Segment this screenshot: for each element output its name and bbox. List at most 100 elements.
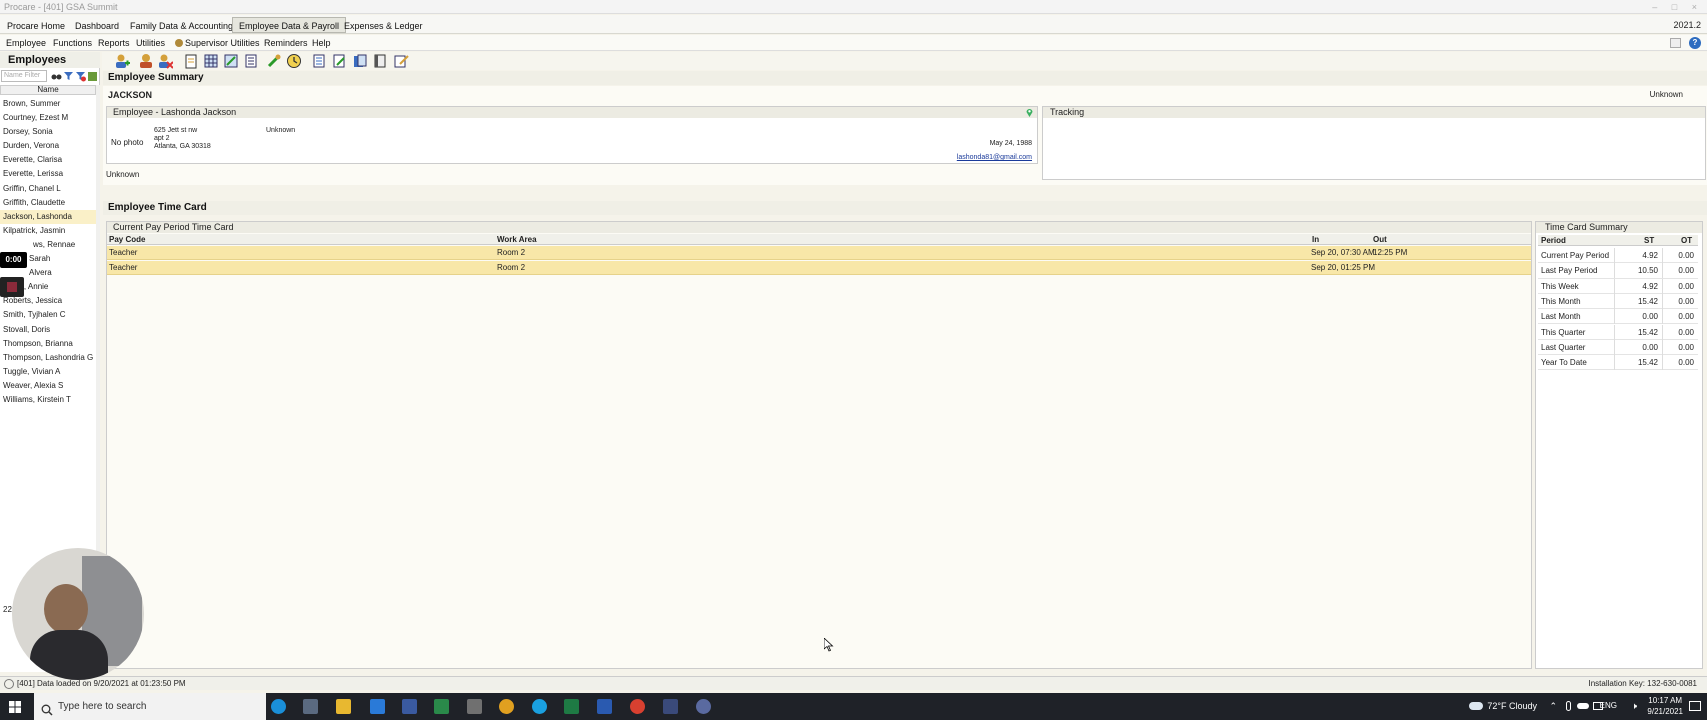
pay-code-header[interactable]: Pay Code: [109, 234, 145, 245]
list-item[interactable]: Williams, Kirstein T: [0, 393, 96, 407]
list-item[interactable]: Tuggle, Vivian A: [0, 365, 96, 379]
edit-report-icon[interactable]: [331, 53, 347, 69]
list-item[interactable]: ws, Rennae: [0, 238, 96, 252]
name-column-header[interactable]: Name: [0, 85, 96, 95]
filter-icon[interactable]: [63, 70, 74, 82]
help-icon[interactable]: ?: [1689, 37, 1701, 49]
menu-utilities[interactable]: Utilities: [136, 35, 165, 51]
report-icon[interactable]: [311, 53, 327, 69]
new-document-icon[interactable]: [183, 53, 199, 69]
list-item[interactable]: Stovall, Doris: [0, 323, 96, 337]
obs-icon[interactable]: [696, 699, 711, 714]
windows-start-icon[interactable]: [9, 701, 21, 713]
remove-employee-icon[interactable]: [157, 53, 174, 69]
volume-icon[interactable]: 🕨: [1631, 701, 1637, 712]
tools-icon[interactable]: [266, 53, 282, 69]
group-icon[interactable]: [87, 70, 98, 82]
list-item[interactable]: Thompson, Brianna: [0, 337, 96, 351]
edge-icon[interactable]: [271, 699, 286, 714]
list-item[interactable]: Brown, Summer: [0, 97, 96, 111]
title-bar: Procare - [401] GSA Summit – □ ×: [0, 0, 1707, 14]
menu-supervisor-utilities[interactable]: Supervisor Utilities: [175, 35, 260, 51]
tray-chevron-icon[interactable]: ⌃: [1549, 701, 1557, 712]
summary-row[interactable]: This Month 15.42 0.00: [1538, 293, 1698, 310]
work-area-header[interactable]: Work Area: [497, 234, 537, 245]
taskbar-search-input[interactable]: Type here to search: [34, 693, 266, 720]
window-controls[interactable]: – □ ×: [1652, 0, 1703, 14]
list-item[interactable]: Thompson, Lashondria G: [0, 351, 96, 365]
summary-row[interactable]: Current Pay Period 4.92 0.00: [1538, 248, 1698, 264]
email-link[interactable]: lashonda81@gmail.com: [957, 154, 1032, 161]
add-employee-icon[interactable]: [114, 53, 130, 69]
mail-icon[interactable]: [370, 699, 385, 714]
app-icon[interactable]: [402, 699, 417, 714]
list-item[interactable]: Kilpatrick, Jasmin: [0, 224, 96, 238]
weather-widget[interactable]: 72°F Cloudy: [1469, 701, 1537, 711]
word-icon[interactable]: [597, 699, 612, 714]
table-row[interactable]: Teacher Room 2 Sep 20, 01:25 PM: [107, 261, 1531, 275]
time-card-summary: Time Card Summary Period ST OT Current P…: [1535, 221, 1703, 669]
skype-icon[interactable]: [532, 699, 547, 714]
st-cell: 0.00: [1642, 312, 1658, 322]
clock-icon[interactable]: [286, 53, 302, 69]
st-header[interactable]: ST: [1644, 235, 1654, 246]
app-settings-icon[interactable]: [467, 699, 482, 714]
tab-procare-home[interactable]: Procare Home: [0, 17, 72, 33]
list-item[interactable]: Courtney, Ezest M: [0, 111, 96, 125]
list-item[interactable]: Weaver, Alexia S: [0, 379, 96, 393]
list-item[interactable]: Griffith, Claudette: [0, 196, 96, 210]
tab-employee-data[interactable]: Employee Data & Payroll: [232, 17, 347, 33]
note-edit-icon[interactable]: [393, 53, 409, 69]
list-item[interactable]: Everette, Clarisa: [0, 153, 96, 167]
documents-icon[interactable]: [352, 53, 368, 69]
clear-filter-icon[interactable]: [75, 70, 86, 82]
language-indicator[interactable]: ENG: [1600, 701, 1617, 710]
out-header[interactable]: Out: [1373, 234, 1387, 245]
tab-expenses[interactable]: Expenses & Ledger: [337, 17, 430, 33]
chrome-icon[interactable]: [499, 699, 514, 714]
layout-icon[interactable]: [1670, 38, 1681, 48]
table-row[interactable]: Teacher Room 2 Sep 20, 07:30 AM 12:25 PM: [107, 246, 1531, 260]
procare-icon[interactable]: [663, 699, 678, 714]
menu-reminders[interactable]: Reminders: [264, 35, 308, 51]
summary-row[interactable]: Last Quarter 0.00 0.00: [1538, 339, 1698, 356]
summary-row[interactable]: Last Month 0.00 0.00: [1538, 309, 1698, 325]
excel-icon[interactable]: [564, 699, 579, 714]
list-item[interactable]: Durden, Verona: [0, 139, 96, 153]
spreadsheet-icon[interactable]: [434, 699, 449, 714]
binoculars-icon[interactable]: [51, 70, 62, 82]
edit-grid-icon[interactable]: [223, 53, 239, 69]
list-icon[interactable]: [243, 53, 259, 69]
summary-row[interactable]: This Quarter 15.42 0.00: [1538, 324, 1698, 340]
grid-icon[interactable]: [203, 53, 219, 69]
list-item[interactable]: Smith, Tyjhalen C: [0, 308, 96, 322]
system-clock[interactable]: 10:17 AM 9/21/2021: [1647, 695, 1683, 717]
summary-row[interactable]: Last Pay Period 10.50 0.00: [1538, 263, 1698, 279]
menu-reports[interactable]: Reports: [98, 35, 130, 51]
menu-functions[interactable]: Functions: [53, 35, 92, 51]
file-explorer-icon[interactable]: [336, 699, 351, 714]
menu-employee[interactable]: Employee: [6, 35, 46, 51]
list-item-selected[interactable]: Jackson, Lashonda: [0, 209, 96, 224]
list-item[interactable]: Everette, Lerissa: [0, 167, 96, 181]
ot-header[interactable]: OT: [1681, 235, 1692, 246]
summary-row[interactable]: This Week 4.92 0.00: [1538, 278, 1698, 294]
onedrive-icon[interactable]: [1577, 703, 1589, 709]
menu-help[interactable]: Help: [312, 35, 331, 51]
notification-icon[interactable]: [1689, 701, 1701, 711]
period-header[interactable]: Period: [1541, 235, 1566, 246]
location-pin-icon[interactable]: [1026, 108, 1033, 117]
stop-recording-button[interactable]: [0, 277, 24, 297]
list-item[interactable]: Dorsey, Sonia: [0, 125, 96, 139]
in-header[interactable]: In: [1312, 234, 1319, 245]
tab-family-data[interactable]: Family Data & Accounting: [123, 17, 240, 33]
tab-dashboard[interactable]: Dashboard: [68, 17, 126, 33]
notebook-icon[interactable]: [372, 53, 388, 69]
employee-group-icon[interactable]: [138, 53, 154, 69]
microphone-icon[interactable]: [1566, 701, 1571, 711]
summary-row[interactable]: Year To Date 15.42 0.00: [1538, 355, 1698, 371]
name-filter-input[interactable]: Name Filter: [1, 70, 47, 82]
chrome-profile-icon[interactable]: [630, 699, 645, 714]
store-icon[interactable]: [303, 699, 318, 714]
list-item[interactable]: Griffin, Chanel L: [0, 182, 96, 196]
